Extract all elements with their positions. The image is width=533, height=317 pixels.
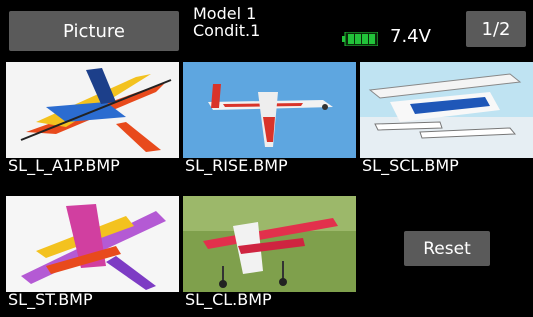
picture-item[interactable]: SL_RISE.BMP — [183, 62, 356, 183]
battery-voltage: 7.4V — [390, 26, 431, 47]
condition-name: Condit.1 — [193, 21, 261, 40]
picture-filename: SL_L_A1P.BMP — [8, 156, 120, 175]
model-name: Model 1 — [193, 4, 257, 23]
reset-button[interactable]: Reset — [404, 231, 490, 266]
picture-item[interactable]: SL_CL.BMP — [183, 196, 356, 317]
picture-filename: SL_ST.BMP — [8, 290, 93, 309]
model-info: Model 1 Condit.1 — [193, 5, 260, 39]
picture-grid: SL_L_A1P.BMP SL_RISE.BMP SL_SCL.BMP SL_S… — [0, 62, 533, 309]
screen-title-button[interactable]: Picture — [9, 11, 179, 51]
picture-filename: SL_CL.BMP — [185, 290, 272, 309]
battery-icon — [342, 31, 379, 47]
picture-thumbnail[interactable] — [183, 62, 356, 158]
picture-item[interactable]: SL_SCL.BMP — [360, 62, 533, 183]
picture-thumbnail[interactable] — [6, 62, 179, 158]
picture-thumbnail[interactable] — [183, 196, 356, 292]
picture-thumbnail[interactable] — [6, 196, 179, 292]
picture-filename: SL_SCL.BMP — [362, 156, 459, 175]
picture-thumbnail[interactable] — [360, 62, 533, 158]
header-bar: Picture Model 1 Condit.1 7.4V 1/2 — [0, 0, 533, 60]
picture-item[interactable]: SL_ST.BMP — [6, 196, 179, 317]
picture-filename: SL_RISE.BMP — [185, 156, 288, 175]
picture-item[interactable]: SL_L_A1P.BMP — [6, 62, 179, 183]
page-indicator-button[interactable]: 1/2 — [466, 11, 526, 47]
